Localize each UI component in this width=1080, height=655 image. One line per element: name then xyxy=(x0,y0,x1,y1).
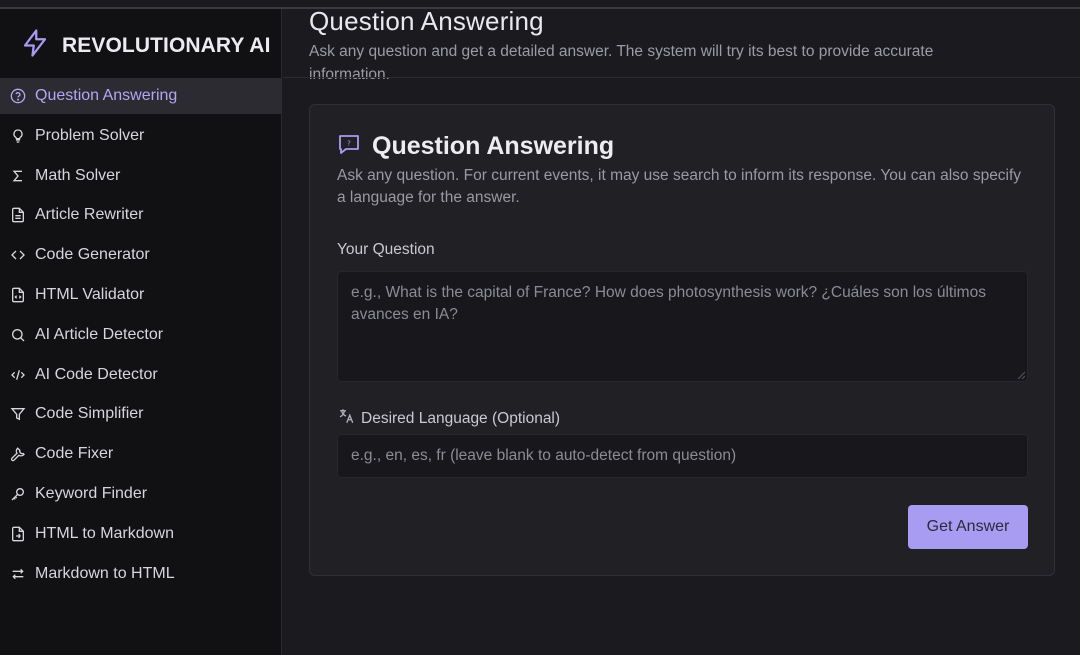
sidebar-item-html-validator[interactable]: HTML Validator xyxy=(0,277,281,313)
wrench-icon xyxy=(9,446,26,463)
svg-text:?: ? xyxy=(347,140,351,148)
sidebar-item-label: Code Simplifier xyxy=(35,405,144,423)
sidebar-item-label: Code Fixer xyxy=(35,445,114,463)
sidebar: REVOLUTIONARY AI Question Answering Prob… xyxy=(0,9,282,655)
sidebar-item-code-simplifier[interactable]: Code Simplifier xyxy=(0,396,281,432)
sidebar-item-label: HTML Validator xyxy=(35,285,145,303)
file-convert-icon xyxy=(9,525,26,542)
lightning-icon xyxy=(20,28,50,63)
language-label: Desired Language (Optional) xyxy=(337,407,560,430)
sidebar-item-code-fixer[interactable]: Code Fixer xyxy=(0,436,281,472)
card-title: Question Answering xyxy=(372,132,615,160)
language-label-text: Desired Language (Optional) xyxy=(361,409,561,427)
question-textarea[interactable]: e.g., What is the capital of France? How… xyxy=(337,271,1028,382)
help-circle-icon xyxy=(9,88,26,105)
sidebar-item-label: Question Answering xyxy=(35,87,178,104)
page-title: Question Answering xyxy=(309,6,544,36)
document-icon xyxy=(9,207,26,224)
translate-icon xyxy=(337,407,361,430)
sidebar-item-html-to-markdown[interactable]: HTML to Markdown xyxy=(0,516,281,552)
sidebar-item-ai-article-detector[interactable]: AI Article Detector xyxy=(0,317,281,353)
sidebar-item-article-rewriter[interactable]: Article Rewriter xyxy=(0,197,281,233)
get-answer-button[interactable]: Get Answer xyxy=(908,505,1028,549)
lightbulb-icon xyxy=(9,127,26,144)
filter-icon xyxy=(9,406,26,423)
sidebar-item-label: Problem Solver xyxy=(35,126,145,144)
resize-handle-icon[interactable] xyxy=(1017,371,1025,379)
question-label: Your Question xyxy=(337,241,435,258)
sidebar-item-label: AI Code Detector xyxy=(35,365,158,383)
card-description: Ask any question. For current events, it… xyxy=(337,167,1022,206)
header-divider xyxy=(283,77,1080,78)
brand-name: REVOLUTIONARY AI xyxy=(62,33,271,57)
sidebar-item-ai-code-detector[interactable]: AI Code Detector xyxy=(0,357,281,393)
sidebar-item-label: Article Rewriter xyxy=(35,206,144,224)
page-header: Question Answering Ask any question and … xyxy=(309,6,1009,86)
sidebar-item-question-answering[interactable]: Question Answering xyxy=(0,78,281,114)
brand[interactable]: REVOLUTIONARY AI xyxy=(20,28,271,63)
search-icon xyxy=(9,326,26,343)
language-input[interactable]: e.g., en, es, fr (leave blank to auto-de… xyxy=(337,434,1028,478)
sidebar-item-math-solver[interactable]: Math Solver xyxy=(0,158,281,194)
language-placeholder: e.g., en, es, fr (leave blank to auto-de… xyxy=(351,447,737,464)
card-header: ? Question Answering xyxy=(337,132,614,161)
sidebar-item-label: Markdown to HTML xyxy=(35,564,175,582)
sidebar-item-label: Code Generator xyxy=(35,246,150,264)
code-slash-icon xyxy=(9,366,26,383)
code-brackets-icon xyxy=(9,247,26,264)
chat-bubble-icon: ? xyxy=(337,132,361,161)
sidebar-item-keyword-finder[interactable]: Keyword Finder xyxy=(0,476,281,512)
sidebar-item-markdown-to-html[interactable]: Markdown to HTML xyxy=(0,556,281,592)
question-card: ? Question Answering Ask any question. F… xyxy=(309,104,1055,576)
sidebar-item-label: HTML to Markdown xyxy=(35,524,174,542)
sidebar-item-label: Keyword Finder xyxy=(35,484,148,502)
key-icon xyxy=(9,485,26,502)
file-code-icon xyxy=(9,286,26,303)
sidebar-item-problem-solver[interactable]: Problem Solver xyxy=(0,118,281,154)
question-placeholder: e.g., What is the capital of France? How… xyxy=(351,284,986,323)
sidebar-item-label: AI Article Detector xyxy=(35,325,164,343)
sidebar-item-code-generator[interactable]: Code Generator xyxy=(0,237,281,273)
arrows-swap-icon xyxy=(9,565,26,582)
sidebar-nav: Question Answering Problem Solver Math S… xyxy=(0,78,281,595)
sigma-icon xyxy=(9,167,26,184)
page-subtitle: Ask any question and get a detailed answ… xyxy=(309,43,934,83)
sidebar-item-label: Math Solver xyxy=(35,166,121,184)
